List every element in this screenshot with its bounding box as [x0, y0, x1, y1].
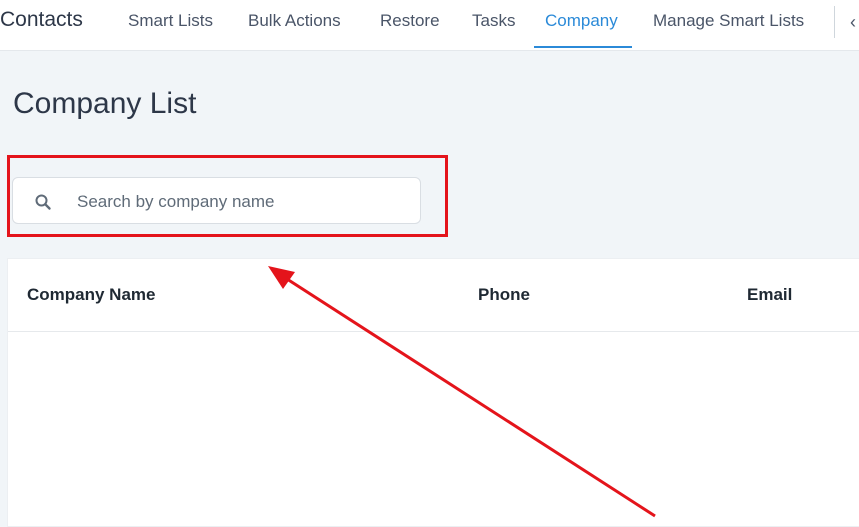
active-tab-indicator	[534, 46, 632, 48]
nav-divider	[834, 6, 835, 38]
nav-tab-company[interactable]: Company	[545, 0, 618, 49]
nav-tab-smart-lists[interactable]: Smart Lists	[128, 0, 213, 49]
nav-tab-restore[interactable]: Restore	[380, 0, 440, 49]
nav-tab-manage-smart-lists[interactable]: Manage Smart Lists	[653, 0, 804, 49]
nav-overflow-item[interactable]: ‹	[850, 10, 859, 34]
table-header: Company Name Phone Email	[8, 259, 859, 332]
column-header-company-name[interactable]: Company Name	[27, 285, 155, 305]
nav-tab-bulk-actions[interactable]: Bulk Actions	[248, 0, 341, 49]
column-header-email[interactable]: Email	[747, 285, 792, 305]
column-header-phone[interactable]: Phone	[478, 285, 530, 305]
top-navigation: Contacts Smart Lists Bulk Actions Restor…	[0, 0, 859, 51]
page-title: Company List	[13, 87, 197, 120]
nav-tab-tasks[interactable]: Tasks	[472, 0, 515, 49]
nav-overflow-glyph: ‹	[850, 12, 856, 32]
company-table: Company Name Phone Email	[7, 258, 859, 527]
app-brand-contacts[interactable]: Contacts	[0, 6, 83, 34]
annotation-highlight-box	[7, 155, 448, 237]
